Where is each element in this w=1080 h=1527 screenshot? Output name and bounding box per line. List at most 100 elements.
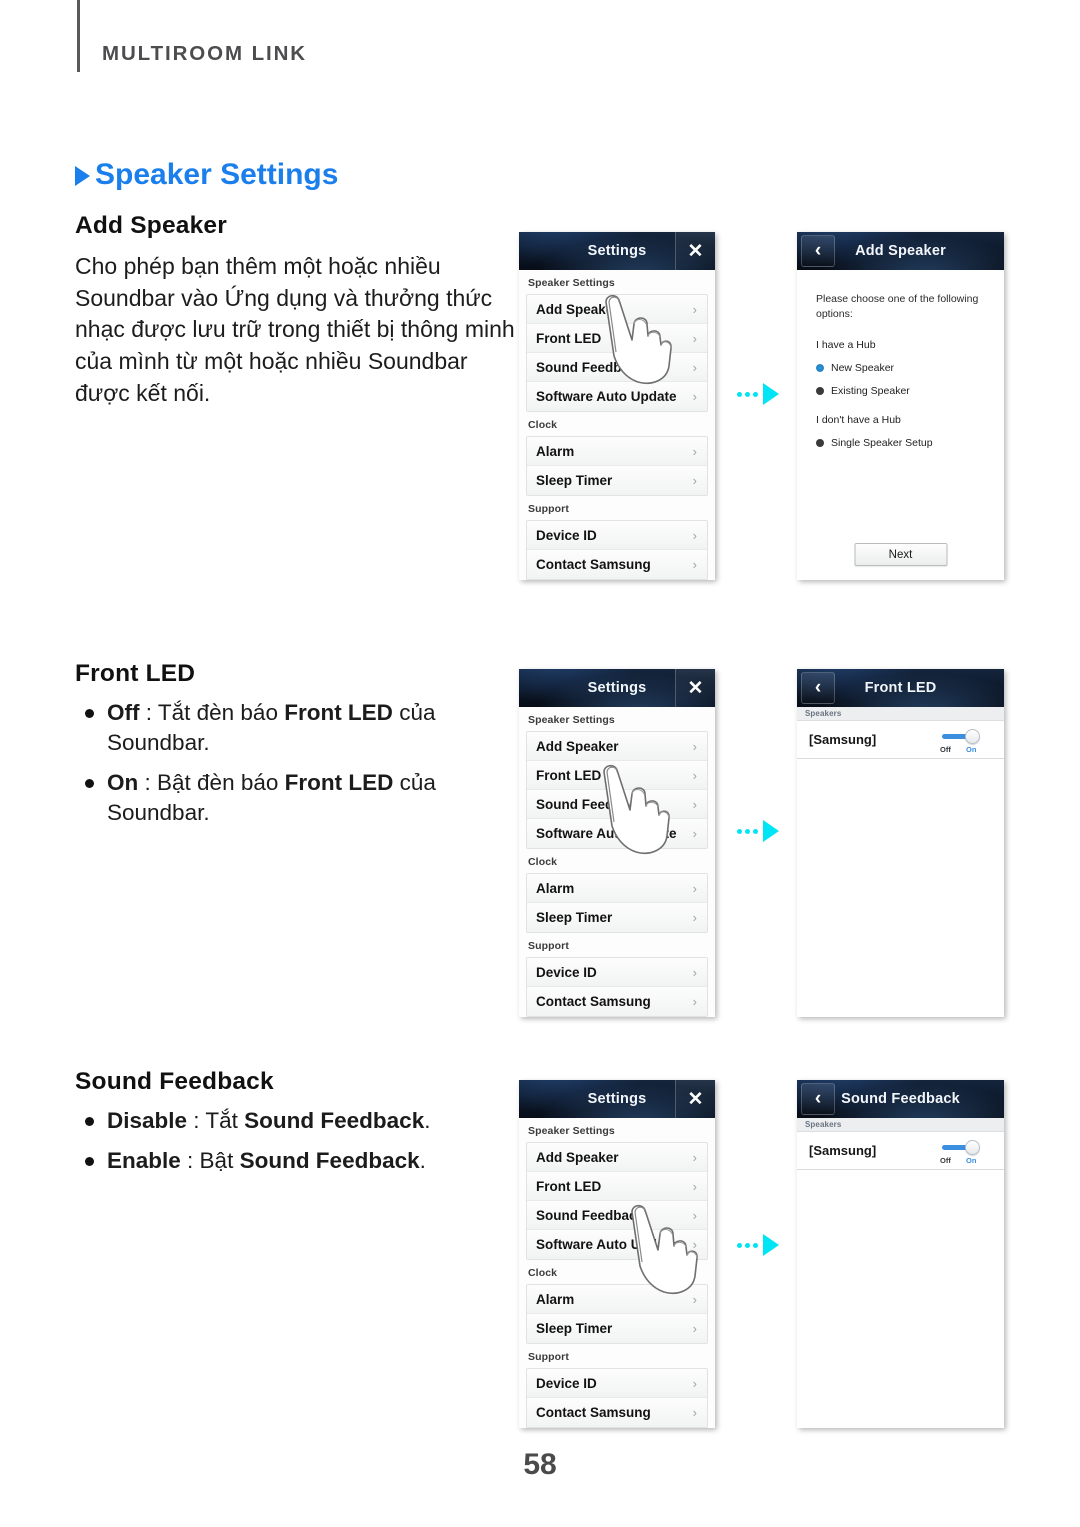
close-icon[interactable]: ✕ (675, 669, 715, 707)
toggle-off-label: Off (940, 745, 951, 754)
menu-item-sound-feedback[interactable]: Sound Feedback › (527, 790, 707, 819)
screen-title: Front LED (864, 680, 937, 696)
group-label-support: Support (528, 1351, 569, 1363)
chevron-right-icon: › (692, 767, 697, 783)
chevron-right-icon: › (692, 1291, 697, 1307)
menu-item-label: Software Auto Update (536, 389, 677, 404)
option-group-label-no-hub: I don't have a Hub (816, 414, 901, 427)
bullet-term: Off (107, 700, 140, 725)
flow-dot-icon (745, 1242, 750, 1248)
bullet-text-after: . (424, 1108, 431, 1133)
list-item: Disable : Tắt Sound Feedback. (75, 1106, 485, 1136)
menu-item-software-auto-update[interactable]: Software Auto Update › (527, 819, 707, 848)
menu-item-contact-samsung[interactable]: Contact Samsung › (527, 550, 707, 579)
radio-option-single-speaker-setup[interactable]: Single Speaker Setup (816, 437, 985, 449)
menu-item-alarm[interactable]: Alarm › (527, 1285, 707, 1314)
chevron-right-icon: › (692, 473, 697, 488)
radio-label: Existing Speaker (831, 385, 910, 398)
radio-label: New Speaker (831, 362, 895, 375)
toggle-knob[interactable] (965, 729, 980, 744)
flow-dot-icon (737, 391, 742, 397)
menu-item-label: Sleep Timer (536, 473, 613, 488)
menu-item-alarm[interactable]: Alarm › (527, 437, 707, 466)
menu-item-label: Alarm (536, 443, 575, 459)
subheading-sound-feedback: Sound Feedback (75, 1068, 274, 1095)
chevron-right-icon: › (692, 796, 697, 812)
screen-title: Settings (587, 680, 647, 696)
menu-item-add-speaker[interactable]: Add Speaker › (527, 1143, 707, 1172)
menu-item-sleep-timer[interactable]: Sleep Timer › (527, 903, 707, 932)
settings-screen-sound-feedback[interactable]: Settings ✕ Speaker Settings Add Speaker … (519, 1080, 715, 1428)
radio-option-existing-speaker[interactable]: Existing Speaker (816, 385, 985, 397)
menu-item-sleep-timer[interactable]: Sleep Timer › (527, 1314, 707, 1343)
menu-item-contact-samsung[interactable]: Contact Samsung › (527, 987, 707, 1016)
radio-icon (816, 439, 824, 448)
group-label-speaker-settings: Speaker Settings (528, 1125, 615, 1137)
flow-arrow-1 (737, 383, 779, 405)
radio-option-new-speaker[interactable]: New Speaker (816, 362, 985, 374)
add-speaker-paragraph: Cho phép bạn thêm một hoặc nhiều Soundba… (75, 253, 515, 406)
group-speaker-settings: Add Speaker › Front LED › Sound Feedback… (526, 1142, 708, 1260)
speaker-row: [Samsung] Off On (797, 721, 1004, 759)
flow-dot-icon (753, 828, 758, 834)
menu-item-sound-feedback[interactable]: Sound Feedback › (527, 1201, 707, 1230)
back-arrow-icon[interactable]: ‹ (801, 1083, 835, 1115)
screen-body: Speaker Settings Add Speaker › Front LED… (519, 1118, 715, 1428)
menu-item-alarm[interactable]: Alarm › (527, 874, 707, 903)
front-led-screen[interactable]: ‹ Front LED Speakers [Samsung] Off On (797, 669, 1004, 1017)
menu-item-device-id[interactable]: Device ID › (527, 1369, 707, 1398)
chevron-right-icon: › (692, 330, 697, 346)
menu-item-label: Front LED (536, 330, 602, 346)
chevron-right-icon: › (692, 1207, 697, 1223)
menu-item-label: Sleep Timer (536, 910, 613, 925)
group-speaker-settings: Add Speaker › Front LED › Sound Feedback… (526, 294, 708, 412)
arrow-right-icon (763, 820, 779, 842)
sound-feedback-screen[interactable]: ‹ Sound Feedback Speakers [Samsung] Off … (797, 1080, 1004, 1428)
menu-item-software-auto-update[interactable]: Software Auto Update › (527, 1230, 707, 1259)
back-arrow-icon[interactable]: ‹ (801, 235, 835, 267)
back-arrow-icon[interactable]: ‹ (801, 672, 835, 704)
bullet-term: Enable (107, 1148, 181, 1174)
bullet-term-2: Sound Feedback (244, 1108, 425, 1133)
subheading-front-led: Front LED (75, 660, 196, 687)
add-speaker-screen[interactable]: ‹ Add Speaker Please choose one of the f… (797, 232, 1004, 580)
menu-item-sleep-timer[interactable]: Sleep Timer › (527, 466, 707, 495)
group-support: Device ID › Contact Samsung › (526, 520, 708, 580)
menu-item-software-auto-update[interactable]: Software Auto Update › (527, 382, 707, 411)
chevron-right-icon: › (692, 527, 697, 543)
close-icon[interactable]: ✕ (675, 1080, 715, 1118)
menu-item-label: Alarm (536, 880, 575, 896)
menu-item-contact-samsung[interactable]: Contact Samsung › (527, 1398, 707, 1427)
list-item: Enable : Bật Sound Feedback. (75, 1146, 485, 1176)
menu-item-device-id[interactable]: Device ID › (527, 958, 707, 987)
menu-item-front-led[interactable]: Front LED › (527, 324, 707, 353)
bullet-separator: : (138, 770, 158, 796)
front-led-toggle[interactable]: Off On (940, 729, 988, 755)
close-icon[interactable]: ✕ (675, 232, 715, 270)
menu-item-front-led[interactable]: Front LED › (527, 761, 707, 790)
screen-title: Settings (587, 1091, 647, 1107)
speaker-row: [Samsung] Off On (797, 1132, 1004, 1170)
menu-item-add-speaker[interactable]: Add Speaker › (527, 295, 707, 324)
screen-title: Add Speaker (855, 243, 946, 259)
menu-item-device-id[interactable]: Device ID › (527, 521, 707, 550)
bullet-separator: : (187, 1108, 206, 1133)
menu-item-label: Contact Samsung (536, 557, 651, 572)
menu-item-label: Add Speaker (536, 1149, 619, 1165)
menu-item-label: Software Auto Update (536, 1237, 677, 1252)
sound-feedback-toggle[interactable]: Off On (940, 1140, 988, 1166)
menu-item-front-led[interactable]: Front LED › (527, 1172, 707, 1201)
chevron-right-icon: › (692, 1149, 697, 1165)
toggle-knob[interactable] (965, 1140, 980, 1155)
menu-item-label: Device ID (536, 964, 597, 980)
bullet-text-before: Bật đèn báo (157, 770, 285, 796)
settings-screen-front-led[interactable]: Settings ✕ Speaker Settings Add Speaker … (519, 669, 715, 1017)
settings-screen-add-speaker[interactable]: Settings ✕ Speaker Settings Add Speaker … (519, 232, 715, 580)
menu-item-label: Add Speaker (536, 738, 619, 754)
radio-icon-selected (816, 364, 824, 373)
menu-item-label: Front LED (536, 767, 602, 783)
next-button[interactable]: Next (854, 543, 947, 566)
menu-item-sound-feedback[interactable]: Sound Feedback › (527, 353, 707, 382)
group-label-clock: Clock (528, 419, 558, 431)
menu-item-add-speaker[interactable]: Add Speaker › (527, 732, 707, 761)
